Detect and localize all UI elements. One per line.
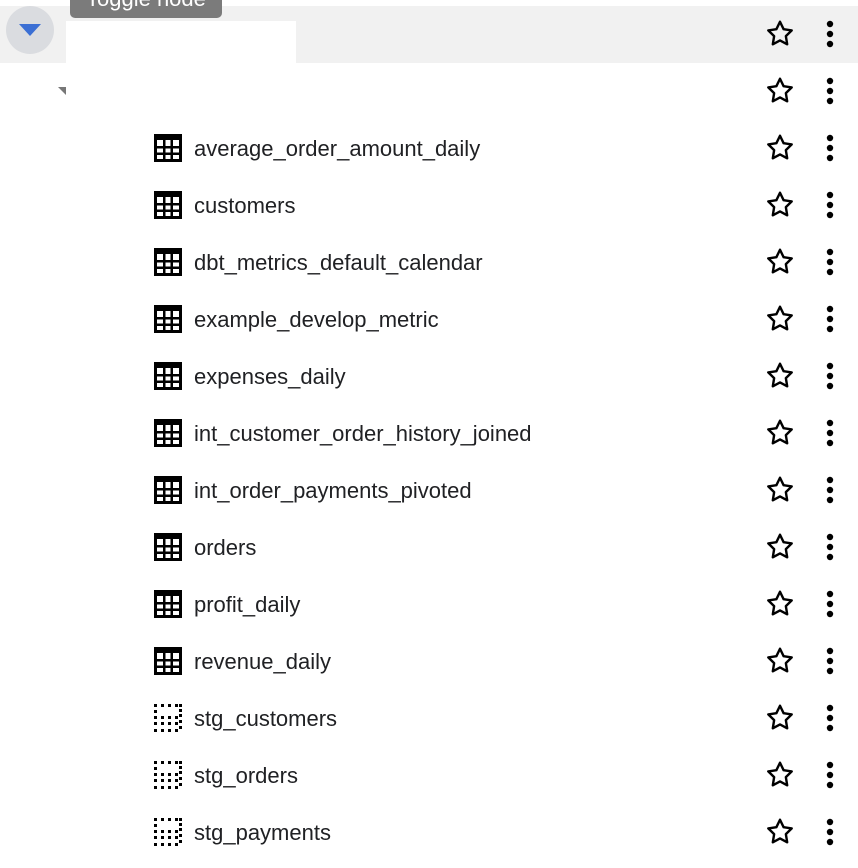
table-row-dbt_metrics_default_calendar[interactable]: dbt_metrics_default_calendar [0, 234, 858, 291]
table-icon [154, 476, 182, 504]
star-icon[interactable] [764, 588, 796, 620]
more-options-icon[interactable] [818, 18, 842, 50]
star-icon[interactable] [764, 417, 796, 449]
more-options-icon[interactable] [818, 246, 842, 278]
star-icon[interactable] [764, 531, 796, 563]
table-row-average_order_amount_daily[interactable]: average_order_amount_daily [0, 120, 858, 177]
more-options-icon[interactable] [818, 816, 842, 848]
table-row-revenue_daily[interactable]: revenue_daily [0, 633, 858, 690]
table-icon [154, 362, 182, 390]
table-row-expenses_daily[interactable]: expenses_daily [0, 348, 858, 405]
star-icon[interactable] [764, 132, 796, 164]
table-name: int_customer_order_history_joined [194, 421, 532, 446]
table-row-customers[interactable]: customers [0, 177, 858, 234]
table-name: expenses_daily [194, 364, 346, 389]
star-icon[interactable] [764, 816, 796, 848]
table-row-stg_payments[interactable]: stg_payments [0, 804, 858, 861]
more-options-icon[interactable] [818, 588, 842, 620]
more-options-icon[interactable] [818, 189, 842, 221]
table-icon [154, 134, 182, 162]
table-icon [154, 191, 182, 219]
star-icon[interactable] [764, 702, 796, 734]
table-row-orders[interactable]: orders [0, 519, 858, 576]
table-name: stg_payments [194, 820, 331, 845]
table-name: stg_customers [194, 706, 338, 731]
star-icon[interactable] [764, 303, 796, 335]
table-row-stg_customers[interactable]: stg_customers [0, 690, 858, 747]
star-icon[interactable] [764, 759, 796, 791]
view-icon [154, 761, 182, 789]
more-options-icon[interactable] [818, 417, 842, 449]
table-name: int_order_payments_pivoted [194, 478, 472, 503]
more-options-icon[interactable] [818, 303, 842, 335]
more-options-icon[interactable] [818, 360, 842, 392]
table-name: customers [194, 193, 296, 218]
table-row-int_order_payments_pivoted[interactable]: int_order_payments_pivoted [0, 462, 858, 519]
dataset-row[interactable] [0, 63, 858, 120]
explorer-tree: Toggle node average_order_amount_daily [0, 0, 858, 868]
project-name[interactable] [66, 21, 296, 69]
table-name: dbt_metrics_default_calendar [194, 250, 483, 275]
star-icon[interactable] [764, 75, 796, 107]
more-options-icon[interactable] [818, 645, 842, 677]
star-icon[interactable] [764, 360, 796, 392]
table-name: average_order_amount_daily [194, 136, 481, 161]
table-icon [154, 590, 182, 618]
view-icon [154, 704, 182, 732]
more-options-icon[interactable] [818, 474, 842, 506]
table-row-int_customer_order_history_joined[interactable]: int_customer_order_history_joined [0, 405, 858, 462]
toggle-node-tooltip: Toggle node [70, 0, 222, 18]
caret-down-icon [19, 24, 41, 36]
table-row-stg_orders[interactable]: stg_orders [0, 747, 858, 804]
table-icon [154, 419, 182, 447]
table-row-example_develop_metric[interactable]: example_develop_metric [0, 291, 858, 348]
table-name: profit_daily [194, 592, 301, 617]
toggle-node-button[interactable] [6, 6, 54, 54]
expand-caret-icon[interactable] [58, 87, 66, 95]
more-options-icon[interactable] [818, 759, 842, 791]
table-name: orders [194, 535, 257, 560]
table-name: stg_orders [194, 763, 298, 788]
table-icon [154, 305, 182, 333]
star-icon[interactable] [764, 246, 796, 278]
view-icon [154, 818, 182, 846]
star-icon[interactable] [764, 474, 796, 506]
table-name: revenue_daily [194, 649, 331, 674]
table-row-profit_daily[interactable]: profit_daily [0, 576, 858, 633]
more-options-icon[interactable] [818, 531, 842, 563]
table-icon [154, 647, 182, 675]
star-icon[interactable] [764, 645, 796, 677]
table-name: example_develop_metric [194, 307, 439, 332]
star-icon[interactable] [764, 189, 796, 221]
more-options-icon[interactable] [818, 132, 842, 164]
more-options-icon[interactable] [818, 702, 842, 734]
more-options-icon[interactable] [818, 75, 842, 107]
table-icon [154, 248, 182, 276]
table-icon [154, 533, 182, 561]
star-icon[interactable] [764, 18, 796, 50]
